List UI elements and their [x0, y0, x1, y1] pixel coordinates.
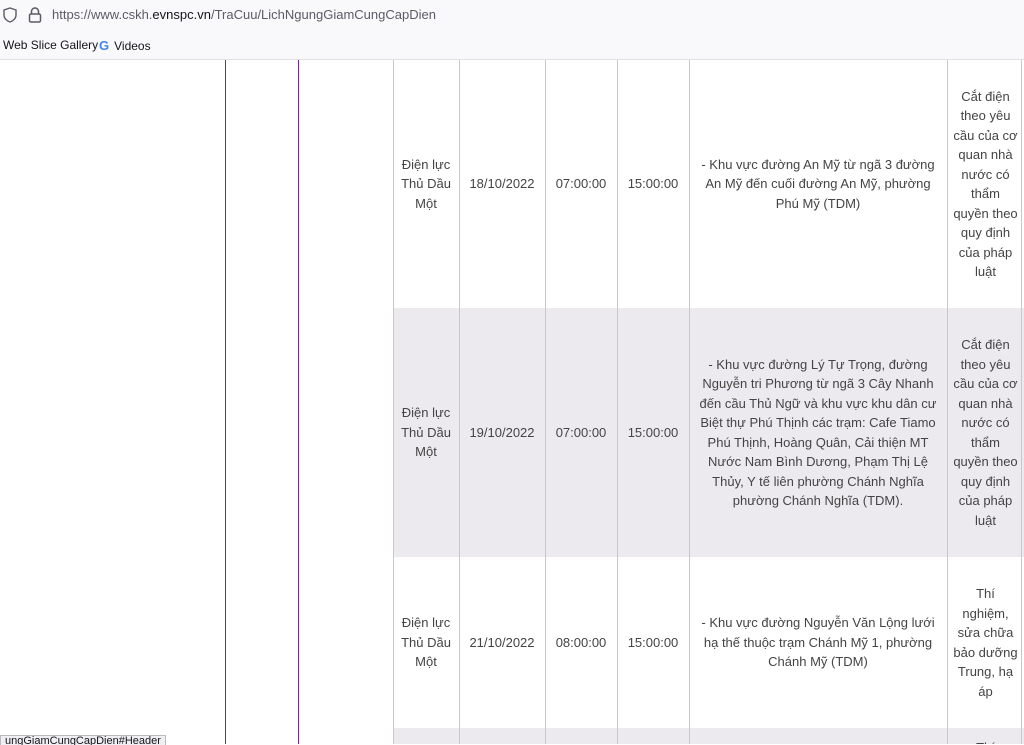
cell-start-time: 07:00:00 — [555, 176, 607, 192]
cell-area: - Khu vực đường Nguyễn Văn Lộng lưới hạ … — [701, 615, 935, 670]
url-text[interactable]: https://www.cskh.evnspc.vn/TraCuu/LichNg… — [52, 7, 436, 22]
google-icon: G — [99, 38, 110, 53]
url-path: /TraCuu/LichNgungGiamCungCapDien — [210, 7, 436, 22]
cell-reason: Thí nghiệm, sửa chữa bảo dưỡng Trung, hạ… — [953, 586, 1018, 699]
column-divider — [947, 60, 948, 744]
table-row: Điện lực Thủ Dầu Một 18/10/2022 07:00:00… — [393, 60, 1024, 308]
cell-date: 19/10/2022 — [469, 424, 535, 440]
shield-icon[interactable] — [2, 7, 18, 23]
cell-start-time: 07:00:00 — [555, 424, 607, 440]
lock-icon[interactable] — [27, 6, 43, 24]
cell-area: - Khu vực đường Lý Tự Trọng, đường Nguyễ… — [699, 356, 937, 509]
column-divider — [459, 60, 460, 744]
schedule-table: Điện lực Thủ Dầu Một 18/10/2022 07:00:00… — [0, 60, 1024, 744]
cell-unit: Điện lực Thủ Dầu Một — [401, 405, 451, 460]
address-bar[interactable]: https://www.cskh.evnspc.vn/TraCuu/LichNg… — [0, 0, 1024, 30]
cell-end-time: 15:00:00 — [627, 424, 679, 440]
column-divider — [689, 60, 690, 744]
url-prefix: https://www.cskh. — [52, 7, 153, 22]
cell-unit: Điện lực Thủ Dầu Một — [401, 156, 451, 211]
bookmark-label: Videos — [114, 39, 151, 53]
cell-unit: Điện lực Thủ Dầu Một — [401, 615, 451, 670]
bookmark-videos[interactable]: G Videos — [99, 38, 151, 53]
cell-area: - Khu vực đường An Mỹ từ ngã 3 đường An … — [701, 156, 935, 211]
column-divider — [1021, 60, 1022, 744]
bookmark-web-slice-gallery[interactable]: Web Slice Gallery — [3, 38, 98, 52]
cell-date: 18/10/2022 — [469, 176, 535, 192]
table-row: Điện lực Thủ Dầu Một 19/10/2022 07:00:00… — [393, 308, 1024, 557]
cell-reason: Cắt điện theo yêu cầu của cơ quan nhà nư… — [953, 337, 1018, 528]
column-divider — [545, 60, 546, 744]
cell-date: 21/10/2022 — [469, 634, 535, 650]
cell-reason: Thí — [947, 728, 1024, 744]
column-divider — [298, 60, 299, 744]
column-divider — [617, 60, 618, 744]
cell-reason: Cắt điện theo yêu cầu của cơ quan nhà nư… — [953, 88, 1018, 280]
column-divider — [393, 60, 394, 744]
cell-end-time: 15:00:00 — [627, 176, 679, 192]
cell-end-time: 15:00:00 — [627, 634, 679, 650]
table-row: Thí — [393, 728, 1024, 744]
column-divider — [225, 60, 226, 744]
cell-start-time: 08:00:00 — [555, 634, 607, 650]
table-row: Điện lực Thủ Dầu Một 21/10/2022 08:00:00… — [393, 557, 1024, 728]
url-host: evnspc.vn — [152, 7, 211, 22]
bookmarks-toolbar: Web Slice Gallery G Videos — [0, 30, 1024, 60]
bookmark-label: Web Slice Gallery — [3, 38, 99, 52]
